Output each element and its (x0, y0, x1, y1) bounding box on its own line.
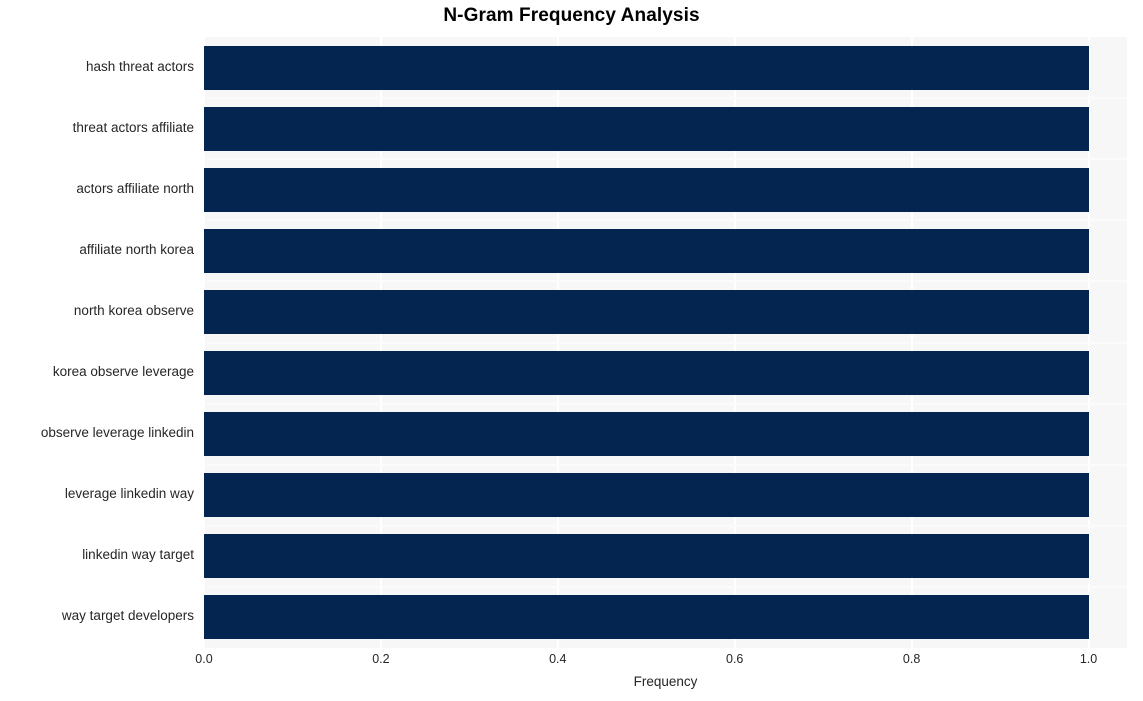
y-tick-label-9: way target developers (61, 608, 194, 624)
y-tick-label-4: north korea observe (73, 302, 194, 318)
x-tick-label-0.4: 0.4 (549, 652, 567, 666)
gridline-y-2 (204, 158, 1127, 161)
y-tick-label-0: hash threat actors (85, 58, 194, 74)
bar-6[interactable] (204, 412, 1089, 457)
gridline-y-4 (204, 280, 1127, 283)
bar-3[interactable] (204, 228, 1089, 273)
bar-7[interactable] (204, 473, 1089, 518)
gridline-y-5 (204, 341, 1127, 344)
bar-2[interactable] (204, 167, 1089, 212)
x-tick-label-0.2: 0.2 (372, 652, 390, 666)
bar-9[interactable] (204, 595, 1089, 640)
y-tick-label-7: leverage linkedin way (64, 486, 194, 502)
y-tick-label-5: korea observe leverage (52, 364, 194, 380)
gridline-y-6 (204, 402, 1127, 405)
chart-title: N-Gram Frequency Analysis (443, 5, 700, 26)
x-tick-label-0.8: 0.8 (902, 652, 921, 666)
y-tick-label-6: observe leverage linkedin (40, 425, 194, 441)
bar-1[interactable] (204, 106, 1089, 151)
x-tick-label-0.6: 0.6 (726, 652, 744, 666)
gridline-y-8 (204, 524, 1127, 527)
y-tick-label-1: threat actors affiliate (72, 119, 194, 135)
gridline-y-7 (204, 463, 1127, 466)
gridline-y-9 (204, 585, 1127, 588)
gridline-y-1 (204, 97, 1127, 100)
bar-8[interactable] (204, 534, 1089, 579)
x-axis-title: Frequency (633, 674, 698, 689)
y-tick-label-8: linkedin way target (82, 547, 194, 563)
y-tick-label-2: actors affiliate north (76, 180, 194, 196)
plot-area (203, 37, 1127, 648)
bar-4[interactable] (204, 289, 1089, 334)
gridline-y-3 (204, 219, 1127, 222)
y-tick-label-3: affiliate north korea (79, 241, 194, 257)
bar-0[interactable] (204, 45, 1089, 90)
chart-figure: N-Gram Frequency Analysis hash threat ac… (0, 0, 1143, 701)
x-tick-label-1.0: 1.0 (1079, 652, 1098, 666)
x-tick-label-0.0: 0.0 (195, 652, 213, 666)
bar-5[interactable] (204, 351, 1089, 396)
